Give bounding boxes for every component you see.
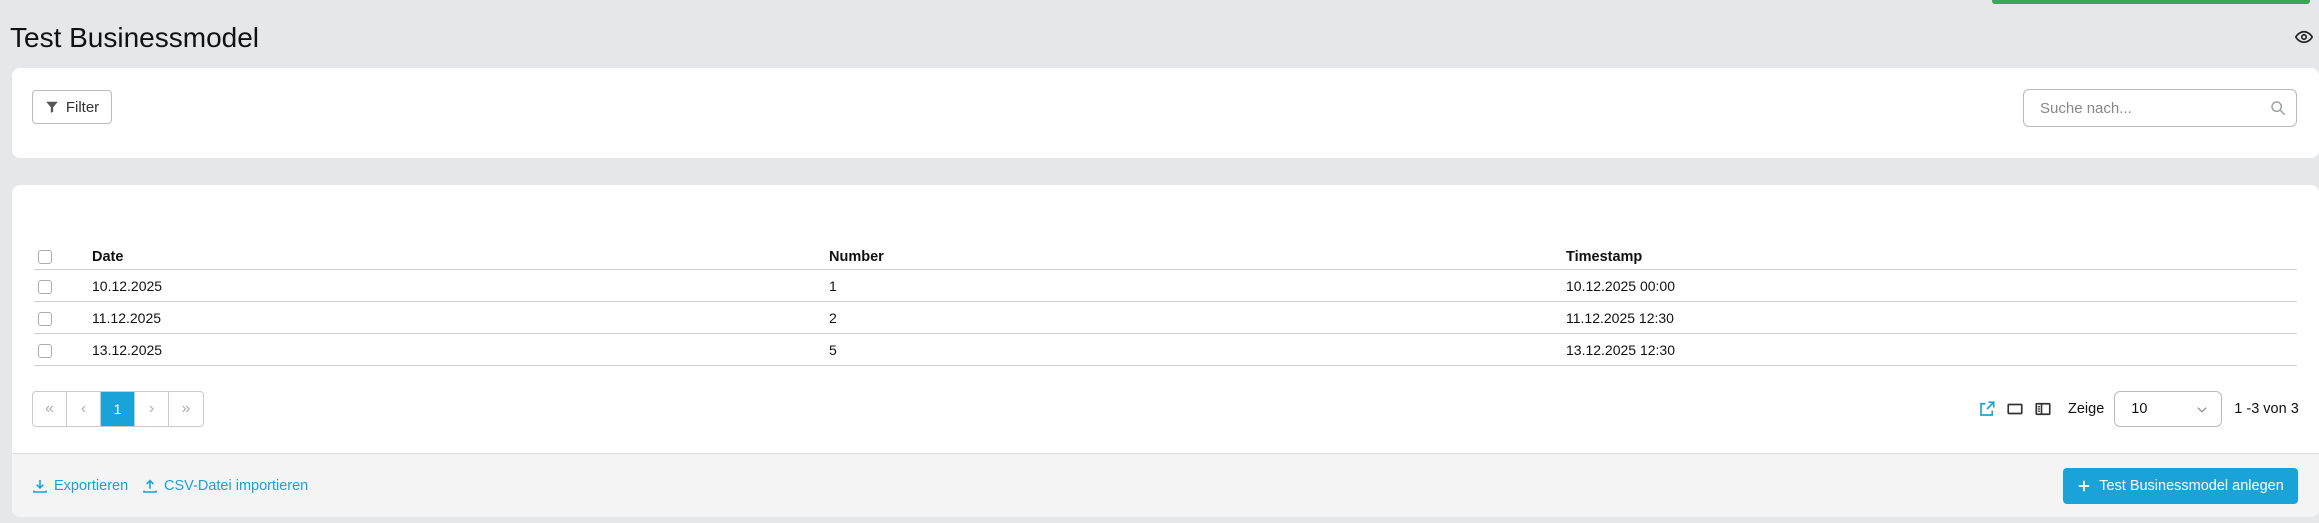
data-table: Date Number Timestamp 10.12.2025 1 10.12… — [34, 235, 2297, 366]
page-size-value: 10 — [2131, 401, 2148, 417]
single-column-icon[interactable] — [2006, 400, 2024, 418]
chevron-down-icon — [2197, 407, 2207, 413]
table-header-row: Date Number Timestamp — [34, 235, 2297, 270]
cell-timestamp: 10.12.2025 00:00 — [1566, 269, 2297, 302]
split-column-icon[interactable] — [2034, 400, 2052, 418]
eye-icon[interactable] — [2295, 28, 2313, 46]
create-button-label: Test Businessmodel anlegen — [2099, 478, 2284, 494]
cell-date: 10.12.2025 — [92, 269, 829, 302]
last-page-button[interactable]: » — [169, 392, 203, 426]
row-checkbox[interactable] — [38, 279, 52, 294]
page-size-label: Zeige — [2068, 401, 2105, 417]
row-checkbox[interactable] — [38, 343, 52, 358]
filter-button-label: Filter — [65, 98, 100, 116]
cell-number: 2 — [829, 301, 1566, 334]
column-header-timestamp[interactable]: Timestamp — [1566, 235, 2297, 270]
cell-number: 5 — [829, 333, 1566, 366]
record-range: 1 -3 von 3 — [2234, 401, 2299, 417]
upload-icon — [143, 479, 157, 493]
cell-date: 13.12.2025 — [92, 333, 829, 366]
prev-page-button[interactable]: ‹ — [67, 392, 101, 426]
select-all-checkbox[interactable] — [38, 250, 52, 265]
row-checkbox[interactable] — [38, 311, 52, 326]
table-row[interactable]: 10.12.2025 1 10.12.2025 00:00 — [34, 269, 2297, 302]
table-row[interactable]: 11.12.2025 2 11.12.2025 12:30 — [34, 301, 2297, 334]
filter-icon — [45, 101, 58, 113]
pagination: « ‹ 1 › » — [32, 391, 204, 427]
first-page-button[interactable]: « — [33, 392, 67, 426]
cell-date: 11.12.2025 — [92, 301, 829, 334]
search-box[interactable] — [2023, 89, 2297, 127]
search-icon[interactable] — [2270, 100, 2286, 116]
create-businessmodel-button[interactable]: Test Businessmodel anlegen — [2063, 468, 2298, 504]
export-link[interactable]: Exportieren — [32, 478, 128, 494]
column-header-date[interactable]: Date — [92, 235, 829, 270]
import-csv-link[interactable]: CSV-Datei importieren — [142, 478, 308, 494]
download-icon — [33, 480, 47, 493]
cell-number: 1 — [829, 269, 1566, 302]
plus-icon — [2078, 480, 2090, 492]
export-label: Exportieren — [54, 478, 129, 494]
page-button-current[interactable]: 1 — [101, 392, 135, 426]
filter-button[interactable]: Filter — [32, 90, 112, 124]
page-size-select[interactable]: 10 — [2114, 391, 2223, 427]
data-table-panel: Date Number Timestamp 10.12.2025 1 10.12… — [12, 185, 2319, 517]
column-header-number[interactable]: Number — [829, 235, 1566, 270]
status-accent-bar — [1992, 0, 2310, 4]
table-row[interactable]: 13.12.2025 5 13.12.2025 12:30 — [34, 333, 2297, 366]
cell-timestamp: 13.12.2025 12:30 — [1566, 333, 2297, 366]
filter-panel: Filter — [12, 68, 2319, 158]
search-input[interactable] — [2038, 98, 2262, 118]
cell-timestamp: 11.12.2025 12:30 — [1566, 301, 2297, 334]
page-title: Test Businessmodel — [10, 22, 260, 53]
next-page-button[interactable]: › — [135, 392, 169, 426]
external-link-icon[interactable] — [1978, 400, 1996, 418]
table-footer: Exportieren CSV-Datei importieren Test B… — [12, 453, 2319, 517]
import-label: CSV-Datei importieren — [164, 478, 309, 494]
table-controls: Zeige 10 1 -3 von 3 — [1978, 391, 2299, 427]
